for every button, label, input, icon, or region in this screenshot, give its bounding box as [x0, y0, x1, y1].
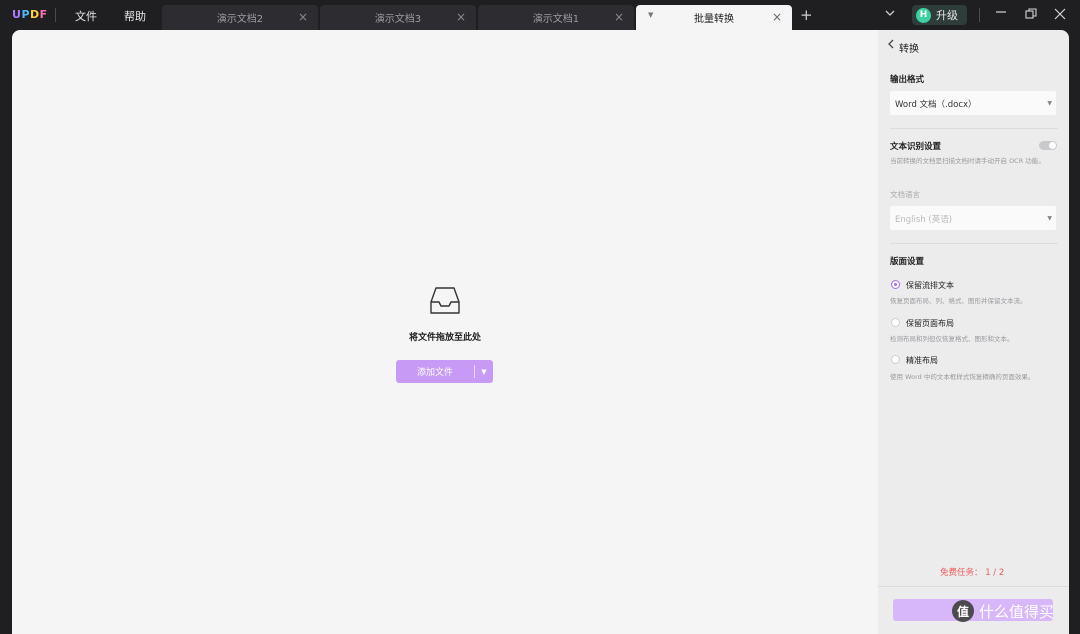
- radio-label[interactable]: 精准布局: [906, 355, 938, 366]
- radio-description: 检测布局和列但仅恢复格式、图形和文本。: [890, 335, 1014, 343]
- tab-label: 演示文档1: [532, 14, 580, 25]
- ocr-toggle[interactable]: [1039, 141, 1057, 150]
- document-language-value: English (英语): [895, 215, 953, 225]
- menu-help[interactable]: 帮助: [124, 8, 146, 24]
- close-tab-icon[interactable]: ×: [772, 10, 782, 24]
- layout-settings-title: 版面设置: [890, 257, 925, 267]
- section-divider: [890, 243, 1058, 244]
- new-tab-button[interactable]: +: [800, 8, 813, 23]
- minimize-icon[interactable]: [995, 6, 1007, 21]
- close-tab-icon[interactable]: ×: [298, 10, 308, 24]
- inbox-tray-icon: [430, 287, 460, 314]
- upgrade-label: 升级: [936, 9, 958, 22]
- tab-demo-1[interactable]: 演示文档1 ×: [478, 5, 634, 30]
- radio-label[interactable]: 保留页面布局: [906, 318, 954, 329]
- upgrade-button[interactable]: H 升级: [912, 5, 967, 25]
- output-format-value: Word 文档（.docx）: [895, 100, 977, 110]
- radio-description: 使用 Word 中的文本框样式恢复精确的页面效果。: [890, 373, 1035, 381]
- section-divider: [878, 586, 1069, 587]
- radio-description: 恢复页面布局、列、格式、图形并保留文本流。: [890, 297, 1027, 305]
- ocr-settings-title: 文本识别设置: [890, 142, 942, 152]
- add-file-button[interactable]: 添加文件 ▼: [396, 360, 493, 383]
- output-format-select[interactable]: Word 文档（.docx） ▼: [890, 91, 1056, 115]
- watermark-text: 什么值得买: [979, 602, 1055, 621]
- tab-dropdown-icon[interactable]: ▼: [648, 11, 653, 19]
- section-divider: [890, 128, 1058, 129]
- radio-exact-layout[interactable]: [891, 355, 900, 364]
- caret-down-icon: ▼: [1047, 215, 1052, 222]
- drop-hint-text: 将文件拖放至此处: [408, 333, 481, 343]
- drop-hint-group: 将文件拖放至此处: [395, 286, 495, 343]
- convert-panel: 转换 输出格式 Word 文档（.docx） ▼ 文本识别设置 当前转换的文档是…: [878, 30, 1069, 634]
- document-language-label: 文档语言: [890, 190, 920, 199]
- title-divider: [979, 8, 980, 22]
- close-tab-icon[interactable]: ×: [614, 10, 624, 24]
- tab-batch-convert[interactable]: ▼ 批量转换 ×: [636, 5, 792, 30]
- close-window-icon[interactable]: [1054, 8, 1066, 23]
- tab-demo-3[interactable]: 演示文档3 ×: [320, 5, 476, 30]
- document-language-select[interactable]: English (英语) ▼: [890, 206, 1056, 230]
- restore-icon[interactable]: [1025, 8, 1037, 23]
- radio-keep-flow-text[interactable]: [891, 280, 900, 289]
- close-tab-icon[interactable]: ×: [456, 10, 466, 24]
- panel-title: 转换: [899, 44, 919, 55]
- title-bar: UPDF 文件 帮助 演示文档2 × 演示文档3 × 演示文档1 × ▼ 批量转…: [0, 0, 1080, 30]
- tab-label: 批量转换: [694, 14, 734, 25]
- caret-down-icon[interactable]: ▼: [475, 368, 493, 376]
- output-format-title: 输出格式: [890, 75, 925, 85]
- tab-demo-2[interactable]: 演示文档2 ×: [162, 5, 318, 30]
- radio-keep-page-layout[interactable]: [891, 318, 900, 327]
- tab-label: 演示文档2: [216, 14, 264, 25]
- drop-zone[interactable]: 将文件拖放至此处 添加文件 ▼: [12, 30, 878, 634]
- caret-down-icon: ▼: [1047, 100, 1052, 107]
- radio-label[interactable]: 保留流排文本: [906, 280, 954, 291]
- toggle-knob: [1049, 142, 1056, 149]
- tab-label: 演示文档3: [374, 14, 422, 25]
- chevron-down-icon[interactable]: [885, 9, 895, 20]
- add-file-label: 添加文件: [416, 368, 453, 378]
- watermark-logo: 值: [952, 600, 974, 622]
- avatar: H: [916, 7, 931, 23]
- menu-file[interactable]: 文件: [75, 8, 97, 24]
- watermark: 值 什么值得买: [952, 600, 1054, 622]
- chevron-left-icon[interactable]: [887, 39, 895, 52]
- ocr-description: 当前转换的文档是扫描文档时请手动开启 OCR 功能。: [890, 157, 1045, 165]
- app-logo: UPDF: [12, 8, 48, 21]
- title-divider: [55, 8, 56, 22]
- free-tasks-counter: 免费任务： 1 / 2: [940, 568, 1005, 578]
